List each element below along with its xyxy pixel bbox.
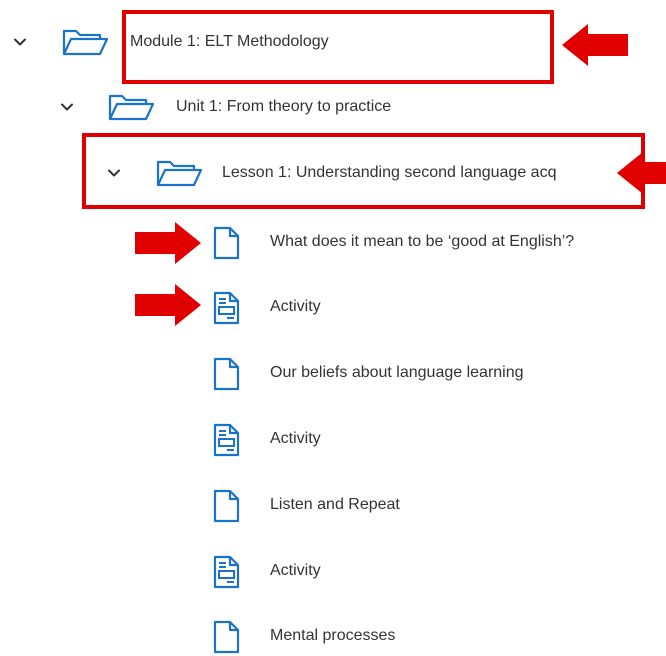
activity-icon [213,555,240,589]
item-label: What does it mean to be ‘good at English… [270,233,575,250]
tree-item-activity[interactable]: Activity [0,287,666,327]
item-label: Listen and Repeat [270,496,400,513]
activity-icon [213,423,240,457]
arrow-right-icon [135,284,201,326]
page-icon [213,357,240,391]
arrow-right-icon [135,222,201,264]
folder-open-icon [156,160,203,187]
unit-label: Unit 1: From theory to practice [176,98,392,115]
folder-open-icon [62,29,109,56]
module-label: Module 1: ELT Methodology [130,33,329,50]
lesson-label: Lesson 1: Understanding second language … [222,164,557,181]
chevron-down-icon[interactable] [106,165,122,181]
tree-row-lesson[interactable]: Lesson 1: Understanding second language … [0,153,666,193]
page-icon [213,226,240,260]
tree-row-unit[interactable]: Unit 1: From theory to practice [0,87,666,127]
arrow-left-icon [617,152,666,194]
item-label: Activity [270,562,321,579]
tree-item-activity[interactable]: Activity [0,419,666,459]
item-label: Our beliefs about language learning [270,364,524,381]
item-label: Activity [270,430,321,447]
tree-item-activity[interactable]: Activity [0,551,666,591]
tree-item-page[interactable]: Mental processes [0,616,666,656]
tree-item-page[interactable]: Listen and Repeat [0,485,666,525]
folder-open-icon [108,94,155,121]
course-tree: Module 1: ELT Methodology Unit 1: From t… [0,0,666,654]
activity-icon [213,291,240,325]
arrow-left-icon [562,24,628,66]
item-label: Mental processes [270,627,396,644]
tree-item-page[interactable]: Our beliefs about language learning [0,353,666,393]
page-icon [213,620,240,654]
item-label: Activity [270,298,321,315]
page-icon [213,489,240,523]
chevron-down-icon[interactable] [12,34,28,50]
tree-item-page[interactable]: What does it mean to be ‘good at English… [0,222,666,262]
chevron-down-icon[interactable] [59,99,75,115]
